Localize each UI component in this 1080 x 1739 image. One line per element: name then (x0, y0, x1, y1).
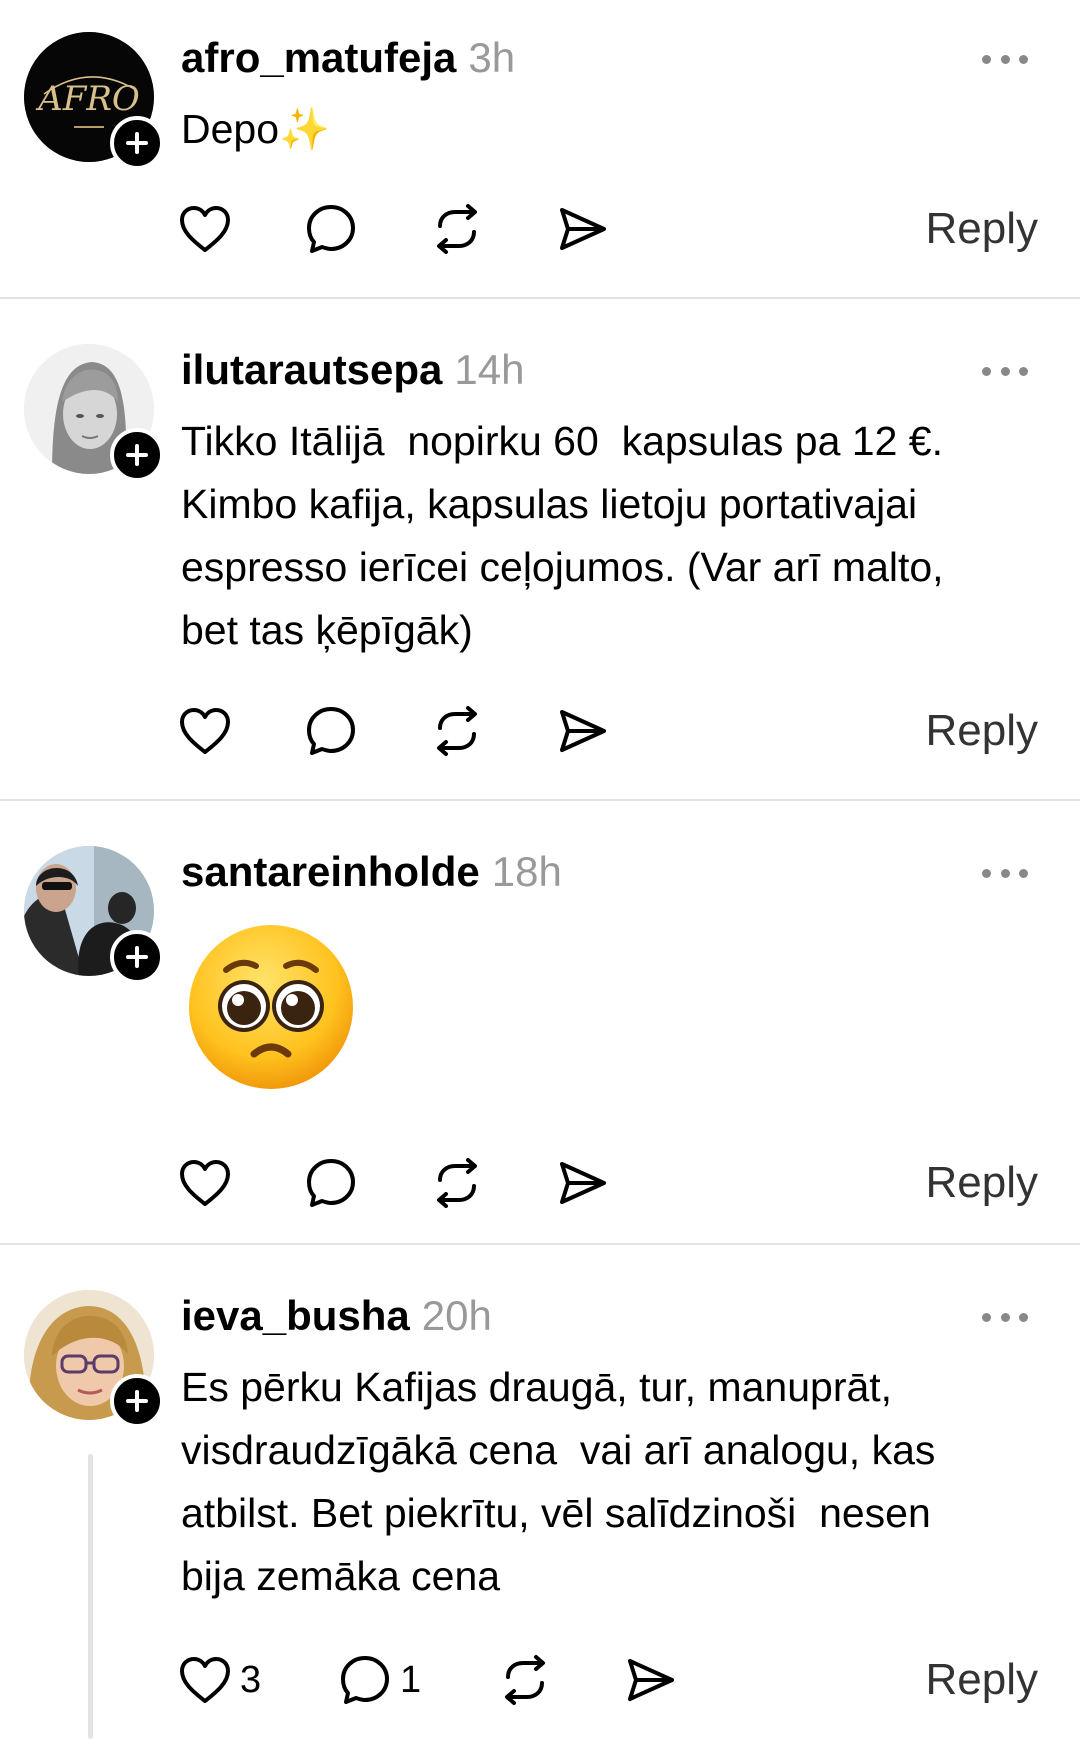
post-text: Tikko Itālijā nopirku 60 kapsulas pa 12 … (181, 418, 944, 653)
avatar-container[interactable] (24, 1290, 164, 1428)
plus-icon (126, 946, 148, 968)
repost-icon (437, 204, 477, 254)
send-icon (560, 1162, 606, 1204)
timestamp: 3h (468, 34, 516, 81)
send-icon (560, 710, 606, 752)
repost-button[interactable] (430, 199, 484, 259)
comment-bubble-icon (307, 1159, 355, 1207)
follow-button[interactable] (110, 116, 164, 170)
repost-icon (505, 1655, 545, 1705)
more-options-icon[interactable] (982, 1307, 1028, 1327)
reply-button[interactable]: Reply (926, 701, 1039, 761)
avatar-container[interactable] (24, 846, 164, 984)
repost-button[interactable] (430, 1153, 484, 1213)
share-button[interactable] (556, 1153, 610, 1213)
username[interactable]: ieva_busha (181, 1292, 410, 1339)
svg-text:AFRO: AFRO (35, 79, 140, 119)
more-options-icon[interactable] (982, 863, 1028, 883)
send-icon (628, 1659, 674, 1701)
reply-count: 1 (400, 1658, 422, 1701)
post-text-emoji-label: 🥺 (181, 912, 1041, 913)
action-bar: Reply (178, 701, 1038, 761)
action-bar: Reply (178, 1153, 1038, 1213)
timestamp: 14h (454, 346, 525, 393)
reply-button[interactable]: Reply (926, 1153, 1039, 1213)
plus-icon (126, 132, 148, 154)
comment-bubble-icon (307, 205, 355, 253)
username[interactable]: santareinholde (181, 848, 480, 895)
follow-button[interactable] (110, 930, 164, 984)
like-button[interactable] (178, 199, 232, 259)
comment-button[interactable]: 1 (338, 1650, 421, 1710)
repost-button[interactable] (430, 701, 484, 761)
heart-icon (180, 206, 230, 252)
repost-icon (437, 706, 477, 756)
divider (0, 297, 1080, 299)
like-button[interactable] (178, 1153, 232, 1213)
username[interactable]: afro_matufeja (181, 34, 456, 81)
follow-button[interactable] (110, 428, 164, 482)
comment-bubble-icon (307, 707, 355, 755)
avatar-container[interactable]: AFRO (24, 32, 164, 170)
comment-button[interactable] (304, 701, 358, 761)
repost-icon (437, 1158, 477, 1208)
timestamp: 20h (421, 1292, 492, 1339)
avatar-container[interactable] (24, 344, 164, 482)
post-header: afro_matufeja 3h (181, 30, 515, 86)
plus-icon (126, 1390, 148, 1412)
comment-bubble-icon (341, 1656, 389, 1704)
reply-button[interactable]: Reply (926, 199, 1039, 259)
username[interactable]: ilutarautsepa (181, 346, 442, 393)
more-options-icon[interactable] (982, 361, 1028, 381)
post-santareinholde: santareinholde18h 🥺 (0, 802, 1080, 1242)
pleading-face-icon (189, 925, 353, 1089)
share-button[interactable] (556, 199, 610, 259)
share-button[interactable] (556, 701, 610, 761)
post-ieva-busha: ieva_busha 20h Es pērku Kafijas draugā, t… (0, 1246, 1080, 1739)
reply-button[interactable]: Reply (926, 1650, 1039, 1710)
post-afro-matufeja: AFRO afro_matufeja 3h Depo✨ Reply (0, 0, 1080, 296)
heart-icon (180, 1657, 230, 1703)
timestamp: 18h (491, 848, 562, 895)
thread-line (88, 1454, 93, 1739)
action-bar: 3 1 Reply (178, 1650, 1038, 1710)
post-header: santareinholde 18h (181, 844, 562, 900)
more-options-icon[interactable] (982, 49, 1028, 69)
post-text: Es pērku Kafijas draugā, tur, manuprāt, … (181, 1364, 936, 1599)
like-button[interactable]: 3 (178, 1650, 261, 1710)
pleading-face-emoji (186, 922, 356, 1092)
divider (0, 1243, 1080, 1245)
plus-icon (126, 444, 148, 466)
comment-button[interactable] (304, 199, 358, 259)
heart-icon (180, 1160, 230, 1206)
heart-icon (180, 708, 230, 754)
share-button[interactable] (624, 1650, 678, 1710)
post-text: Depo✨ (181, 106, 331, 152)
repost-button[interactable] (498, 1650, 552, 1710)
post-header: ilutarautsepa 14h (181, 342, 525, 398)
follow-button[interactable] (110, 1374, 164, 1428)
post-ilutarautsepa: ilutarautsepa 14h Tikko Itālijā nopirku 6… (0, 300, 1080, 800)
action-bar: Reply (178, 199, 1038, 259)
comment-button[interactable] (304, 1153, 358, 1213)
post-header: ieva_busha 20h (181, 1288, 492, 1344)
like-count: 3 (240, 1658, 262, 1701)
like-button[interactable] (178, 701, 232, 761)
send-icon (560, 208, 606, 250)
divider (0, 799, 1080, 801)
